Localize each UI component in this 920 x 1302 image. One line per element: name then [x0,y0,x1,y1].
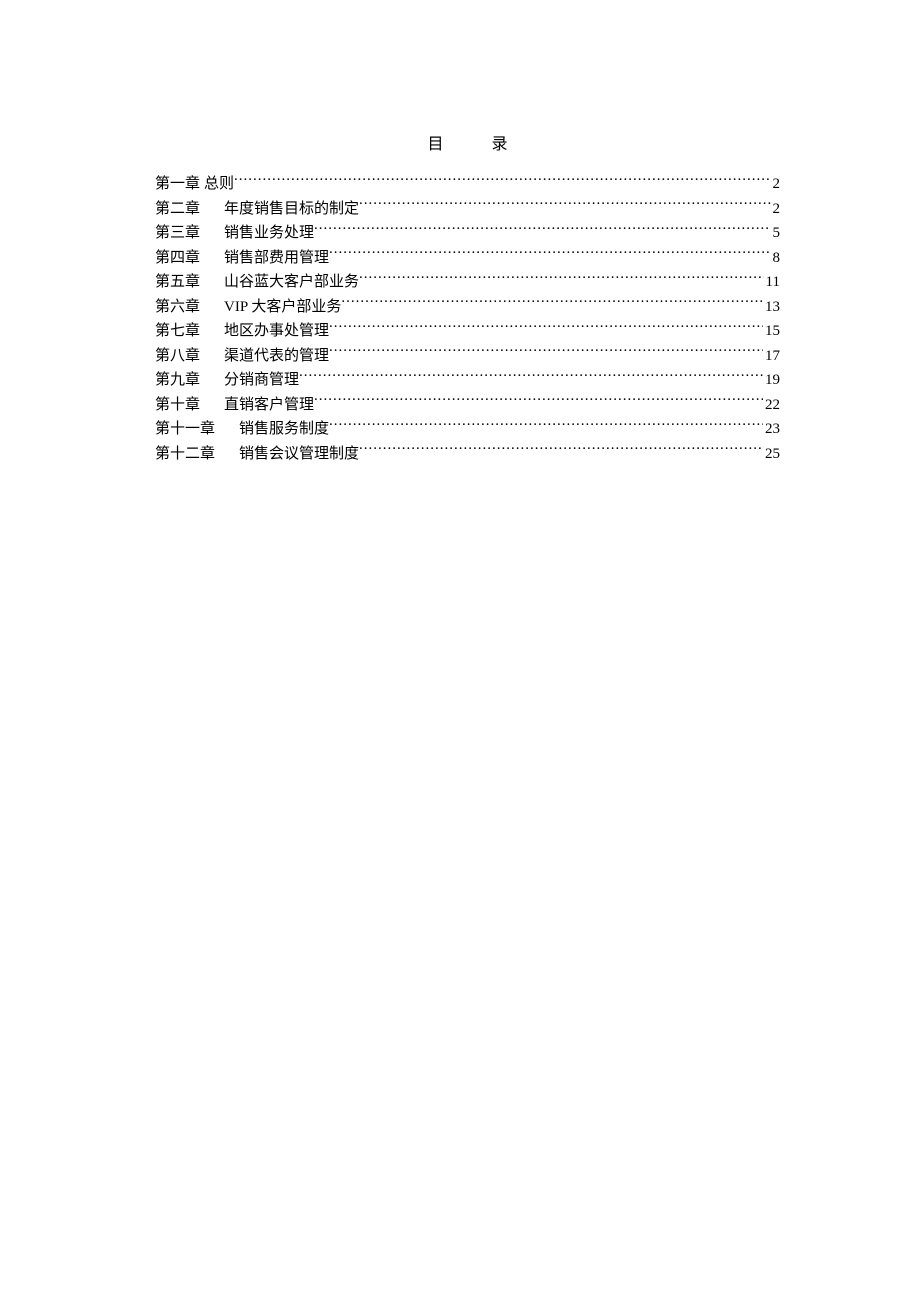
toc-entry: 第一章总则 2 [155,172,780,197]
toc-entry: 第十二章销售会议管理制度 25 [155,442,780,467]
toc-entry: 第十一章销售服务制度 23 [155,417,780,442]
toc-entry: 第四章销售部费用管理 8 [155,246,780,271]
page-number: 19 [763,368,780,393]
page-number: 8 [771,246,781,271]
page-number: 17 [763,344,780,369]
chapter-title: 直销客户管理 [224,393,314,418]
toc-entry: 第二章年度销售目标的制定 2 [155,197,780,222]
chapter-title: 销售业务处理 [224,221,314,246]
toc-list: 第一章总则 2 第二章年度销售目标的制定 2 第三章销售业务处理 5 第四章销售部费用管理 8… [155,172,780,466]
toc-entry: 第五章山谷蓝大客户部业务 11 [155,270,780,295]
chapter-label: 第四章 [155,246,200,271]
toc-leader-dots [359,271,764,286]
page-number: 2 [771,197,781,222]
chapter-title: 年度销售目标的制定 [224,197,359,222]
page-number: 5 [771,221,781,246]
chapter-label: 第一章 [155,172,200,197]
toc-entry: 第十章直销客户管理 22 [155,393,780,418]
toc-leader-dots [234,173,770,188]
chapter-title: 销售服务制度 [239,417,329,442]
page-number: 2 [771,172,781,197]
toc-entry: 第八章渠道代表的管理 17 [155,344,780,369]
chapter-title: 分销商管理 [224,368,299,393]
toc-leader-dots [299,369,763,384]
chapter-label: 第三章 [155,221,200,246]
toc-leader-dots [359,198,770,213]
chapter-label: 第八章 [155,344,200,369]
chapter-title: 销售会议管理制度 [239,442,359,467]
chapter-label: 第十章 [155,393,200,418]
chapter-title: 山谷蓝大客户部业务 [224,270,359,295]
chapter-label: 第七章 [155,319,200,344]
chapter-title: 渠道代表的管理 [224,344,329,369]
page-number: 13 [763,295,780,320]
page-number: 15 [763,319,780,344]
chapter-label: 第五章 [155,270,200,295]
page-number: 11 [764,270,780,295]
toc-leader-dots [359,443,763,458]
toc-heading: 目录 [155,130,780,154]
toc-leader-dots [329,345,763,360]
chapter-title: 总则 [204,172,234,197]
toc-leader-dots [329,247,770,262]
chapter-title: VIP 大客户部业务 [224,295,341,320]
document-content: 目录 第一章总则2第二章年度销售目标的制定2第三章销售业务处理5第四章销售部费用… [155,130,780,466]
toc-entry: 第九章分销商管理 19 [155,368,780,393]
chapter-title: 地区办事处管理 [224,319,329,344]
page-number: 23 [763,417,780,442]
page-number: 25 [763,442,780,467]
toc-entry: 第七章地区办事处管理 15 [155,319,780,344]
chapter-label: 第十一章 [155,417,215,442]
chapter-label: 第十二章 [155,442,215,467]
toc-leader-dots [329,320,763,335]
toc-entry: 第六章 VIP 大客户部业务 13 [155,295,780,320]
chapter-label: 第二章 [155,197,200,222]
toc-entry: 第三章销售业务处理 5 [155,221,780,246]
chapter-label: 第九章 [155,368,200,393]
toc-leader-dots [329,418,763,433]
page-number: 22 [763,393,780,418]
chapter-label: 第六章 [155,295,200,320]
toc-leader-dots [341,296,763,311]
chapter-title: 销售部费用管理 [224,246,329,271]
toc-leader-dots [314,394,763,409]
toc-leader-dots [314,222,770,237]
